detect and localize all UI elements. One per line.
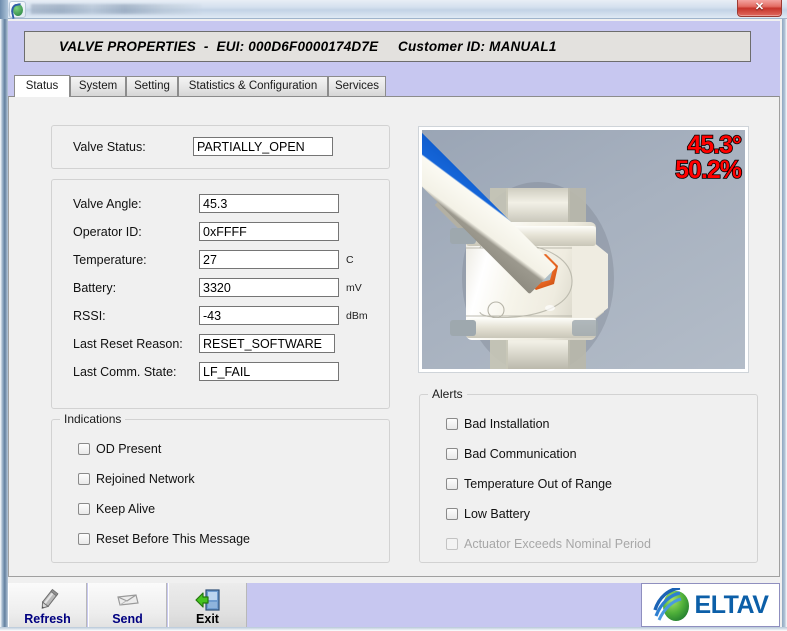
window-title-bar: ✕: [0, 0, 787, 19]
tab-statistics-configuration[interactable]: Statistics & Configuration: [178, 76, 328, 96]
checkbox-label: Rejoined Network: [96, 472, 195, 486]
checkbox-icon[interactable]: [78, 473, 90, 485]
tab-setting[interactable]: Setting: [126, 76, 178, 96]
checkbox-icon[interactable]: [446, 418, 458, 430]
toolbar-button-label: Exit: [196, 612, 219, 626]
eltav-logo-mark-icon: [652, 586, 693, 622]
field-input[interactable]: [199, 222, 339, 241]
eltav-logo: ELTAV: [641, 583, 780, 627]
checkbox-label: Keep Alive: [96, 502, 156, 516]
valve-status-label: Valve Status:: [73, 139, 146, 154]
close-button[interactable]: ✕: [737, 0, 782, 17]
field-input[interactable]: [199, 334, 335, 353]
window-title-text: [31, 4, 201, 14]
field-label: Battery:: [73, 280, 117, 295]
tab-services[interactable]: Services: [328, 76, 386, 96]
application-window: ✕ VALVE PROPERTIES - EUI: 000D6F0000174D…: [0, 0, 787, 631]
envelope-icon: [115, 588, 141, 612]
checkbox-row[interactable]: Low Battery: [446, 507, 530, 521]
field-row: Valve Angle:: [73, 194, 339, 213]
checkbox-label: Bad Communication: [464, 447, 577, 461]
checkbox-icon[interactable]: [446, 508, 458, 520]
field-unit-label: dBm: [346, 309, 368, 322]
checkbox-row[interactable]: Bad Installation: [446, 417, 549, 431]
field-label: Last Reset Reason:: [73, 336, 183, 351]
banner-text: VALVE PROPERTIES - EUI: 000D6F0000174D7E…: [59, 39, 557, 54]
tab-strip: Status System Setting Statistics & Configur…: [8, 75, 780, 97]
bottom-toolbar: Refresh Send Exit ELTAV: [8, 583, 780, 627]
field-input[interactable]: [199, 306, 339, 325]
titlebar-accent: [0, 0, 8, 19]
checkbox-icon[interactable]: [446, 478, 458, 490]
exit-door-icon: [194, 588, 221, 612]
field-label: Last Comm. State:: [73, 364, 177, 379]
checkbox-row[interactable]: Rejoined Network: [78, 472, 195, 486]
valve-details-group: Valve Angle: Operator ID: Temperature: C Bat…: [51, 179, 390, 409]
field-label: Temperature:: [73, 252, 147, 267]
checkbox-icon[interactable]: [78, 503, 90, 515]
field-input[interactable]: [199, 362, 339, 381]
valve-status-value[interactable]: [193, 137, 333, 156]
checkbox-label: Low Battery: [464, 507, 531, 521]
checkbox-label: Temperature Out of Range: [464, 477, 612, 491]
checkbox-icon: [446, 538, 458, 550]
valve-readout: 45.3° 50.2%: [674, 131, 743, 184]
field-unit-label: C: [346, 253, 354, 266]
eltav-logo-text: ELTAV: [694, 590, 769, 619]
field-input[interactable]: [199, 278, 339, 297]
checkbox-label: OD Present: [96, 442, 162, 456]
checkbox-label: Reset Before This Message: [96, 532, 251, 546]
pencil-icon: [35, 588, 61, 612]
field-unit-label: mV: [346, 281, 362, 294]
toolbar-button-label: Send: [112, 612, 143, 626]
app-logo-icon: [9, 1, 26, 19]
checkbox-icon[interactable]: [446, 448, 458, 460]
indications-group: Indications OD Present Rejoined Network Ke…: [51, 412, 390, 563]
refresh-button[interactable]: Refresh: [8, 583, 87, 627]
alerts-group: Alerts Bad Installation Bad Communication…: [419, 387, 758, 563]
tab-system[interactable]: System: [70, 76, 126, 96]
field-label: Operator ID:: [73, 224, 142, 239]
checkbox-row[interactable]: Keep Alive: [78, 502, 155, 516]
checkbox-row[interactable]: Reset Before This Message: [78, 532, 250, 546]
valve-visualization-panel: 45.3° 50.2%: [418, 126, 749, 373]
indications-title: Indications: [60, 412, 126, 426]
valve-status-group: Valve Status:: [51, 125, 390, 169]
valve-properties-banner: VALVE PROPERTIES - EUI: 000D6F0000174D7E…: [24, 31, 751, 62]
field-row: RSSI: dBm: [73, 306, 368, 325]
window-border-bottom: [0, 627, 787, 631]
valve-percent-readout: 50.2%: [674, 156, 742, 184]
checkbox-icon[interactable]: [78, 443, 90, 455]
checkbox-row[interactable]: Bad Communication: [446, 447, 577, 461]
window-border-left: [0, 19, 8, 631]
valve-angle-readout: 45.3°: [687, 131, 743, 159]
checkbox-row[interactable]: OD Present: [78, 442, 161, 456]
send-button[interactable]: Send: [88, 583, 167, 627]
field-row: Last Reset Reason:: [73, 334, 335, 353]
checkbox-label: Bad Installation: [464, 417, 550, 431]
tab-status[interactable]: Status: [14, 75, 70, 97]
field-row: Operator ID:: [73, 222, 339, 241]
field-row: Last Comm. State:: [73, 362, 339, 381]
field-input[interactable]: [199, 250, 339, 269]
checkbox-row: Actuator Exceeds Nominal Period: [446, 537, 651, 551]
field-input[interactable]: [199, 194, 339, 213]
field-row: Battery: mV: [73, 278, 362, 297]
checkbox-label: Actuator Exceeds Nominal Period: [464, 537, 651, 551]
field-label: Valve Angle:: [73, 196, 142, 211]
exit-button[interactable]: Exit: [168, 583, 247, 627]
checkbox-icon[interactable]: [78, 533, 90, 545]
checkbox-row[interactable]: Temperature Out of Range: [446, 477, 612, 491]
valve-status-row: Valve Status:: [73, 137, 333, 156]
alerts-title: Alerts: [428, 387, 467, 401]
toolbar-button-label: Refresh: [24, 612, 71, 626]
field-label: RSSI:: [73, 308, 106, 323]
valve-image-canvas: 45.3° 50.2%: [422, 130, 745, 369]
window-border-right: [782, 19, 787, 631]
field-row: Temperature: C: [73, 250, 354, 269]
